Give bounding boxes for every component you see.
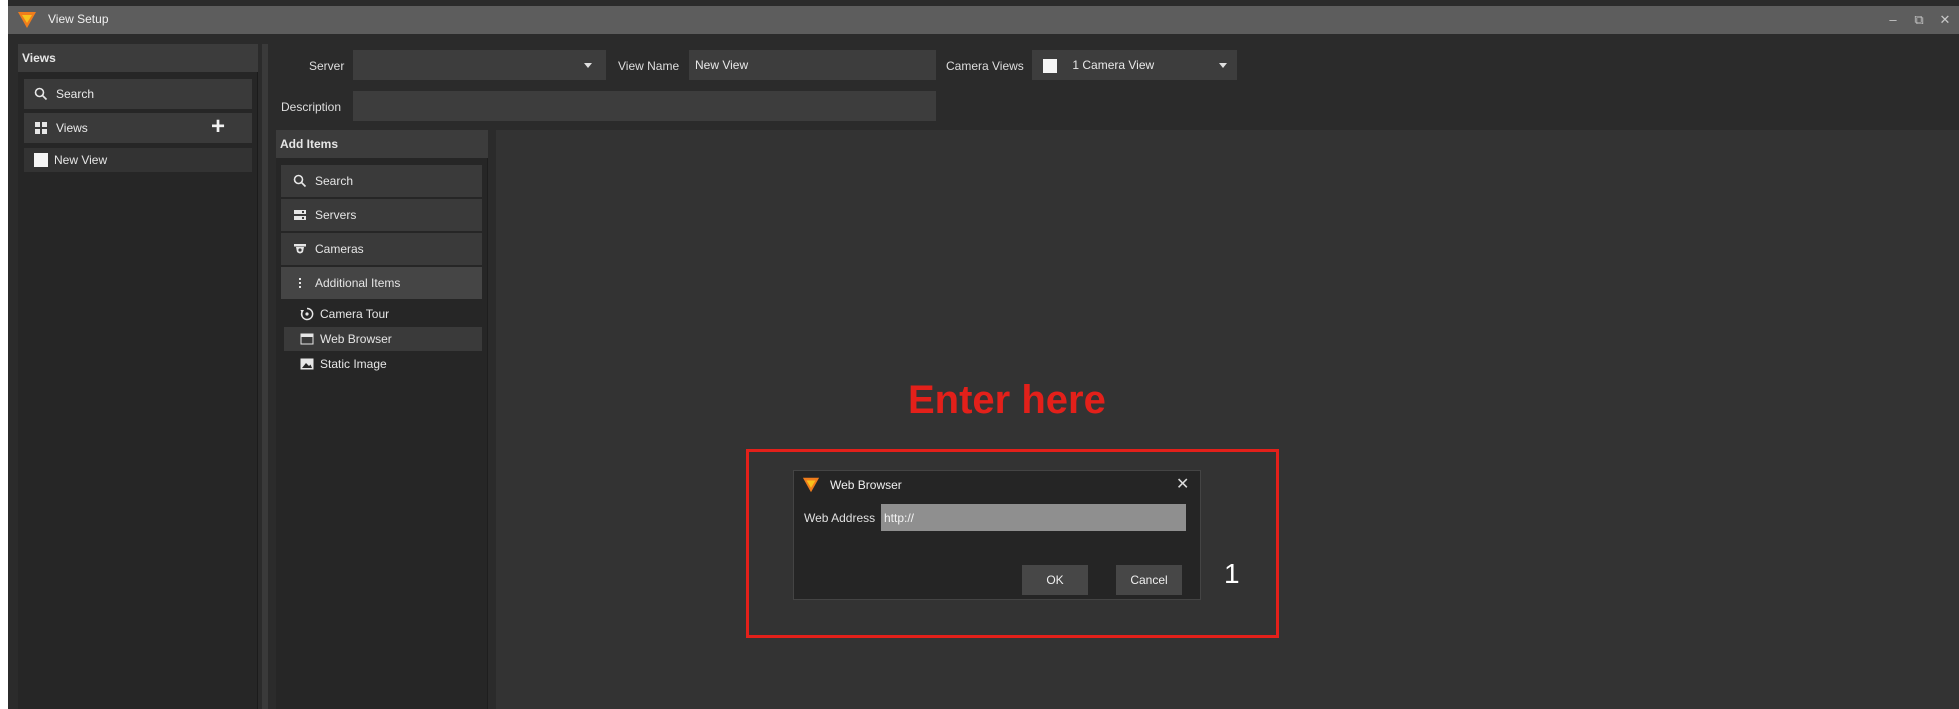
views-search-label: Search [56, 87, 95, 101]
chevron-down-icon [1219, 63, 1227, 68]
web-address-label: Web Address [804, 511, 876, 525]
ok-button[interactable]: OK [1022, 565, 1088, 595]
app-logo-icon [18, 12, 36, 28]
category-servers[interactable]: Servers [281, 199, 482, 231]
server-label: Server [309, 59, 345, 73]
item-static-image-label: Static Image [320, 357, 387, 371]
camera-icon [294, 244, 306, 254]
views-panel: Views Search Views + New View [18, 44, 258, 709]
image-icon [300, 358, 314, 370]
description-label: Description [281, 100, 342, 114]
category-cameras-label: Cameras [315, 242, 364, 256]
add-items-panel: Add Items Search Servers Cameras Additio… [276, 130, 488, 709]
view-list-item[interactable]: New View [24, 148, 252, 172]
annotation-step-number: 1 [1224, 558, 1240, 589]
web-browser-icon [300, 333, 314, 345]
title-bar: View Setup – ⧉ ✕ [8, 6, 1959, 34]
view-setup-window: View Setup – ⧉ ✕ Views Search Views + Ne… [8, 0, 1959, 709]
camera-layout-icon [1043, 58, 1057, 73]
app-logo-icon [802, 477, 820, 493]
search-icon [34, 87, 48, 101]
more-vertical-icon [299, 278, 301, 288]
category-cameras[interactable]: Cameras [281, 233, 482, 265]
chevron-down-icon [584, 63, 592, 68]
grid-icon [35, 122, 47, 134]
description-field[interactable] [353, 91, 936, 121]
camera-views-value: 1 Camera View [1072, 58, 1155, 72]
item-web-browser[interactable]: Web Browser [284, 327, 482, 351]
dialog-title: Web Browser [830, 478, 902, 492]
camera-views-label: Camera Views [946, 59, 1024, 73]
close-window-button[interactable]: ✕ [1934, 10, 1956, 30]
category-additional-items-label: Additional Items [315, 276, 401, 290]
views-group-label: Views [56, 121, 88, 135]
item-camera-tour-label: Camera Tour [320, 307, 390, 321]
item-web-browser-label: Web Browser [320, 332, 392, 346]
camera-views-select[interactable]: 1 Camera View [1032, 50, 1237, 80]
views-panel-header: Views [18, 44, 258, 72]
search-icon [293, 174, 307, 188]
add-items-search[interactable]: Search [281, 165, 482, 197]
window-title: View Setup [48, 12, 109, 26]
dialog-close-button[interactable]: ✕ [1176, 474, 1189, 494]
category-additional-items[interactable]: Additional Items [281, 267, 482, 299]
add-view-button[interactable]: + [211, 114, 225, 140]
view-name-label: View Name [618, 59, 680, 73]
camera-tour-icon [300, 307, 314, 321]
view-name-value: New View [695, 58, 749, 72]
cancel-button[interactable]: Cancel [1116, 565, 1182, 595]
views-group-row[interactable]: Views + [24, 113, 252, 143]
annotation-label: Enter here [908, 378, 1106, 422]
add-items-search-label: Search [315, 174, 354, 188]
minimize-button[interactable]: – [1882, 10, 1904, 30]
web-address-input[interactable] [881, 504, 1186, 531]
restore-button[interactable]: ⧉ [1908, 10, 1930, 30]
view-name-field[interactable]: New View [689, 50, 936, 80]
category-servers-label: Servers [315, 208, 357, 222]
web-browser-dialog: Web Browser ✕ Web Address OK Cancel [793, 470, 1201, 600]
servers-icon [294, 210, 306, 220]
item-camera-tour[interactable]: Camera Tour [284, 302, 482, 326]
view-list-item-label: New View [54, 153, 108, 167]
item-static-image[interactable]: Static Image [284, 352, 482, 376]
view-icon [34, 153, 48, 167]
views-search[interactable]: Search [24, 79, 252, 109]
add-items-header: Add Items [276, 130, 488, 158]
server-select[interactable] [353, 50, 606, 80]
panel-splitter[interactable] [262, 44, 268, 709]
